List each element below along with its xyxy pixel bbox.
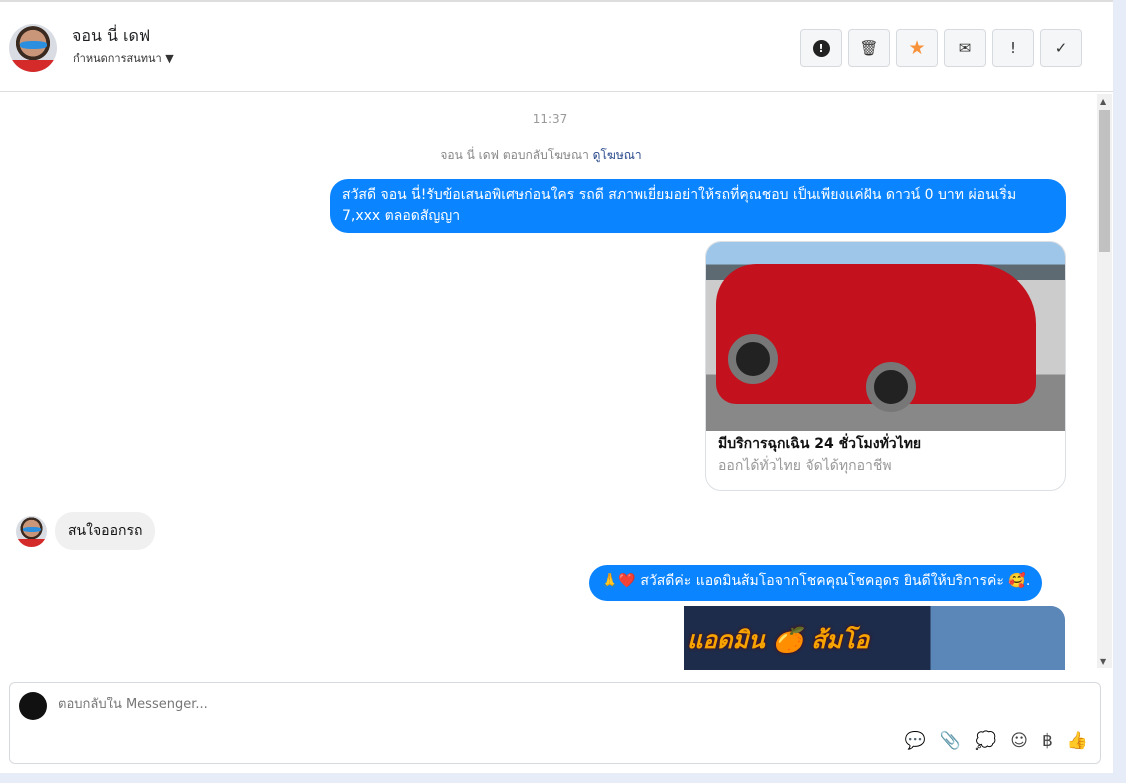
mark-unread-button[interactable]: ✉: [944, 29, 986, 67]
scroll-down-icon[interactable]: ▼: [1100, 657, 1106, 666]
check-icon: ✓: [1054, 39, 1068, 57]
exclamation-icon: !: [1009, 39, 1016, 57]
incoming-message: สนใจออกรถ: [55, 512, 156, 550]
report-button[interactable]: !: [800, 29, 842, 67]
card-subtitle: ออกได้ทั่วไทย จัดได้ทุกอาชีพ: [718, 458, 892, 474]
reply-note-text: จอน นี่ เดฟ ตอบกลับโฆษณา: [440, 148, 589, 162]
outgoing-message: 🙏❤️ สวัสดีค่ะ แอดมินส้มโอจากโชคคุณโชคอุด…: [589, 565, 1043, 601]
caret-down-icon: ▼: [165, 52, 174, 65]
delete-button[interactable]: 🗑: [848, 29, 890, 67]
ad-reply-note: จอน นี่ เดฟ ตอบกลับโฆษณา ดูโฆษณา: [0, 146, 1082, 165]
emoji-icon[interactable]: ☺: [1010, 731, 1028, 751]
quick-reply-icon[interactable]: 💭: [975, 731, 996, 751]
envelope-icon: ✉: [958, 39, 972, 57]
saved-reply-icon[interactable]: 💬: [905, 731, 926, 751]
sender-avatar: [16, 516, 47, 547]
conversation-settings-label: กำหนดการสนทนา: [73, 52, 162, 65]
admin-banner-image: แอดมิน 🍊 ส้มโอ: [617, 606, 1065, 670]
trash-icon: 🗑: [859, 39, 879, 57]
star-button[interactable]: ★: [896, 29, 938, 67]
spam-button[interactable]: !: [992, 29, 1034, 67]
ad-card[interactable]: มีบริการฉุกเฉิน 24 ชั่วโมงทั่วไทย ออกได้…: [705, 241, 1066, 491]
message-composer: 💬 📎 💭 ☺ ฿ 👍: [9, 682, 1101, 764]
reply-input[interactable]: [58, 697, 658, 712]
like-icon[interactable]: 👍: [1067, 731, 1088, 751]
conversation-header: จอน นี่ เดฟ กำหนดการสนทนา ▼ ! 🗑 ★ ✉ ! ✓: [0, 2, 1113, 92]
scrollbar[interactable]: ▲ ▼: [1097, 94, 1112, 668]
page-avatar: [19, 692, 47, 720]
conversation-panel: จอน นี่ เดฟ กำหนดการสนทนา ▼ ! 🗑 ★ ✉ ! ✓ …: [0, 0, 1113, 773]
banner-text: แอดมิน 🍊 ส้มโอ: [687, 626, 870, 654]
contact-name[interactable]: จอน นี่ เดฟ: [72, 24, 150, 49]
conversation-settings-dropdown[interactable]: กำหนดการสนทนา ▼: [73, 49, 174, 67]
attachment-icon[interactable]: 📎: [940, 731, 961, 751]
star-icon: ★: [908, 37, 926, 59]
scrollbar-thumb[interactable]: [1099, 110, 1110, 252]
card-title: มีบริการฉุกเฉิน 24 ชั่วโมงทั่วไทย: [718, 436, 922, 452]
payment-icon[interactable]: ฿: [1042, 731, 1053, 751]
car-image: [706, 242, 1065, 431]
contact-avatar[interactable]: [9, 24, 57, 72]
timestamp: 11:37: [532, 112, 568, 126]
view-ad-link[interactable]: ดูโฆษณา: [593, 148, 642, 162]
outgoing-message: สวัสดี จอน นี่!รับข้อเสนอพิเศษก่อนใคร รถ…: [330, 179, 1066, 233]
mark-done-button[interactable]: ✓: [1040, 29, 1082, 67]
scroll-up-icon[interactable]: ▲: [1100, 97, 1106, 106]
alert-circle-icon: !: [812, 39, 830, 57]
